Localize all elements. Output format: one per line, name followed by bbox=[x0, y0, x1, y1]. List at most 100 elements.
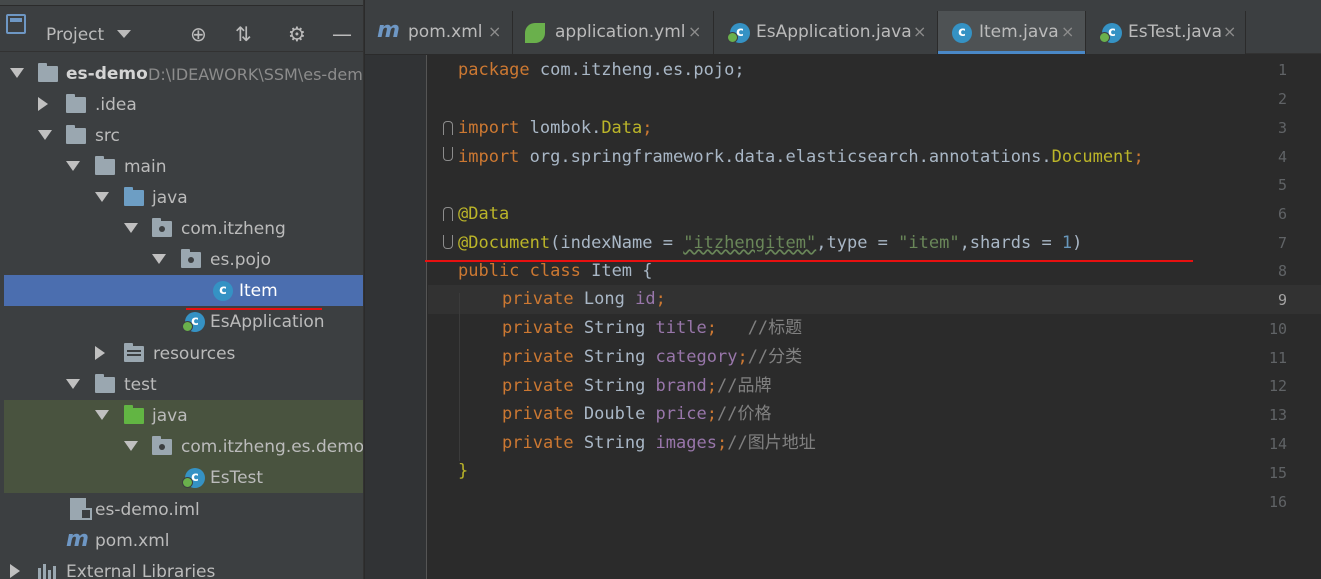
tree-item-external-libraries[interactable]: External Libraries bbox=[4, 556, 363, 579]
tab-estest-java[interactable]: c EsTest.java × bbox=[1086, 11, 1246, 54]
chevron-down-icon[interactable] bbox=[124, 441, 138, 451]
tree-item-label: java bbox=[152, 188, 188, 208]
fold-icon[interactable] bbox=[443, 235, 453, 249]
tab-esapplication-java[interactable]: c EsApplication.java × bbox=[714, 11, 938, 54]
tree-item-label: java bbox=[152, 406, 188, 426]
code-text: org.springframework.data.elasticsearch.a… bbox=[519, 147, 1052, 167]
tree-item-es-pojo[interactable]: es.pojo bbox=[4, 244, 363, 275]
tree-item-com-itzheng-es-demo[interactable]: com.itzheng.es.demo bbox=[4, 431, 364, 462]
tree-item-label: pom.xml bbox=[95, 531, 170, 551]
class-ref: Document bbox=[1051, 147, 1134, 167]
crosshair-icon[interactable]: ⊕ bbox=[190, 22, 207, 46]
line-number: 13 bbox=[1268, 406, 1287, 424]
tab-pom-xml[interactable]: m pom.xml × bbox=[365, 11, 513, 54]
chevron-down-icon[interactable] bbox=[95, 192, 109, 202]
tab-application-yml[interactable]: application.yml × bbox=[513, 11, 714, 54]
spring-class-icon: c bbox=[1099, 23, 1122, 43]
semicolon: ; bbox=[706, 318, 717, 338]
tree-item-main[interactable]: main bbox=[4, 151, 363, 182]
project-view-icon[interactable] bbox=[6, 14, 26, 34]
gear-icon[interactable]: ⚙ bbox=[288, 22, 306, 46]
tree-item-estest[interactable]: c EsTest bbox=[4, 462, 363, 493]
line-number: 12 bbox=[1268, 377, 1287, 395]
code-line-1: package com.itzheng.es.pojo; bbox=[458, 59, 745, 81]
tab-label: Item.java bbox=[979, 22, 1059, 42]
tree-item-esapplication[interactable]: c EsApplication bbox=[4, 306, 363, 337]
class-icon: c bbox=[952, 23, 972, 43]
fold-icon[interactable] bbox=[443, 207, 453, 221]
fold-icon[interactable] bbox=[443, 121, 453, 135]
close-icon[interactable]: × bbox=[488, 22, 501, 42]
chevron-down-icon[interactable] bbox=[10, 68, 24, 78]
tree-item-es-demo[interactable]: es-demo D:\IDEAWORK\SSM\es-demo bbox=[4, 58, 363, 89]
chevron-down-icon[interactable] bbox=[117, 30, 131, 38]
chevron-down-icon[interactable] bbox=[124, 223, 138, 233]
minimize-icon[interactable]: — bbox=[332, 22, 352, 46]
tree-item-java[interactable]: java bbox=[4, 182, 363, 213]
keyword: class bbox=[529, 261, 581, 281]
annotation: @Document bbox=[458, 233, 551, 253]
spring-class-icon: c bbox=[182, 312, 205, 332]
tree-item-idea[interactable]: .idea bbox=[4, 89, 363, 120]
spring-leaf-icon bbox=[525, 23, 545, 43]
tree-item-test[interactable]: test bbox=[4, 369, 363, 400]
string-literal: "itzhengitem" bbox=[683, 233, 817, 253]
code-text: lombok. bbox=[519, 118, 602, 138]
code-line-10: private String title; //标题 bbox=[502, 317, 802, 339]
line-number: 8 bbox=[1277, 262, 1287, 280]
chevron-down-icon[interactable] bbox=[66, 379, 80, 389]
project-view-title[interactable]: Project bbox=[46, 24, 104, 46]
code-text: ) bbox=[1072, 233, 1083, 253]
line-number: 7 bbox=[1277, 234, 1287, 252]
close-icon[interactable]: × bbox=[1061, 22, 1074, 42]
annotation: @Data bbox=[458, 204, 510, 224]
code-line-9: private Long id; bbox=[502, 288, 666, 310]
chevron-down-icon[interactable] bbox=[38, 130, 52, 140]
chevron-down-icon[interactable] bbox=[152, 254, 166, 264]
fold-icon[interactable] bbox=[443, 147, 453, 161]
chevron-down-icon[interactable] bbox=[66, 161, 80, 171]
keyword: public bbox=[458, 261, 520, 281]
collapse-icon[interactable]: ⇅ bbox=[235, 22, 252, 46]
close-icon[interactable]: × bbox=[913, 22, 926, 42]
spring-class-icon: c bbox=[182, 468, 205, 488]
tree-item-label: test bbox=[124, 375, 157, 395]
code-line-12: private String brand;//品牌 bbox=[502, 375, 771, 397]
package-icon bbox=[152, 218, 172, 237]
code-line-4: import org.springframework.data.elastics… bbox=[458, 146, 1144, 168]
indent-guide bbox=[459, 293, 460, 461]
tree-item-label: com.itzheng.es.demo bbox=[181, 437, 364, 457]
tree-item-item[interactable]: c Item bbox=[4, 275, 363, 306]
tab-item-java[interactable]: c Item.java × bbox=[938, 11, 1086, 54]
semicolon: ; bbox=[655, 289, 666, 309]
code-editor[interactable]: 1 2 3 4 5 6 7 8 9 10 11 12 13 14 15 16 p… bbox=[365, 55, 1321, 579]
tree-item-com-itzheng[interactable]: com.itzheng bbox=[4, 213, 363, 244]
tree-item-label: EsTest bbox=[210, 468, 264, 488]
keyword: import bbox=[458, 147, 520, 167]
iml-file-icon bbox=[70, 498, 92, 520]
maven-icon: m bbox=[377, 18, 400, 43]
module-folder-icon bbox=[38, 63, 58, 82]
test-folder-icon bbox=[124, 405, 144, 424]
number-literal: 1 bbox=[1061, 233, 1073, 253]
close-icon[interactable]: × bbox=[688, 22, 701, 42]
field-name: title bbox=[655, 318, 707, 338]
semicolon: ; bbox=[716, 433, 728, 453]
tree-item-label: es.pojo bbox=[210, 250, 272, 270]
tree-item-resources[interactable]: resources bbox=[4, 338, 363, 369]
close-icon[interactable]: × bbox=[1223, 22, 1236, 42]
libraries-icon bbox=[38, 564, 60, 579]
editor-tab-bar: m pom.xml × application.yml × c EsApplic… bbox=[365, 0, 1321, 54]
chevron-right-icon[interactable] bbox=[38, 97, 48, 111]
semicolon: ; bbox=[706, 376, 717, 396]
package-icon bbox=[181, 249, 201, 268]
line-number: 3 bbox=[1277, 119, 1287, 137]
chevron-down-icon[interactable] bbox=[95, 410, 109, 420]
tree-item-test-java[interactable]: java bbox=[4, 400, 363, 431]
tree-item-pom-xml[interactable]: m pom.xml bbox=[4, 525, 363, 556]
chevron-right-icon[interactable] bbox=[10, 564, 20, 578]
tree-item-src[interactable]: src bbox=[4, 120, 363, 151]
tree-item-es-demo-iml[interactable]: es-demo.iml bbox=[4, 494, 363, 525]
chevron-right-icon[interactable] bbox=[95, 346, 105, 360]
project-header: Project ⊕ ⇅ ⚙ — bbox=[0, 6, 363, 52]
